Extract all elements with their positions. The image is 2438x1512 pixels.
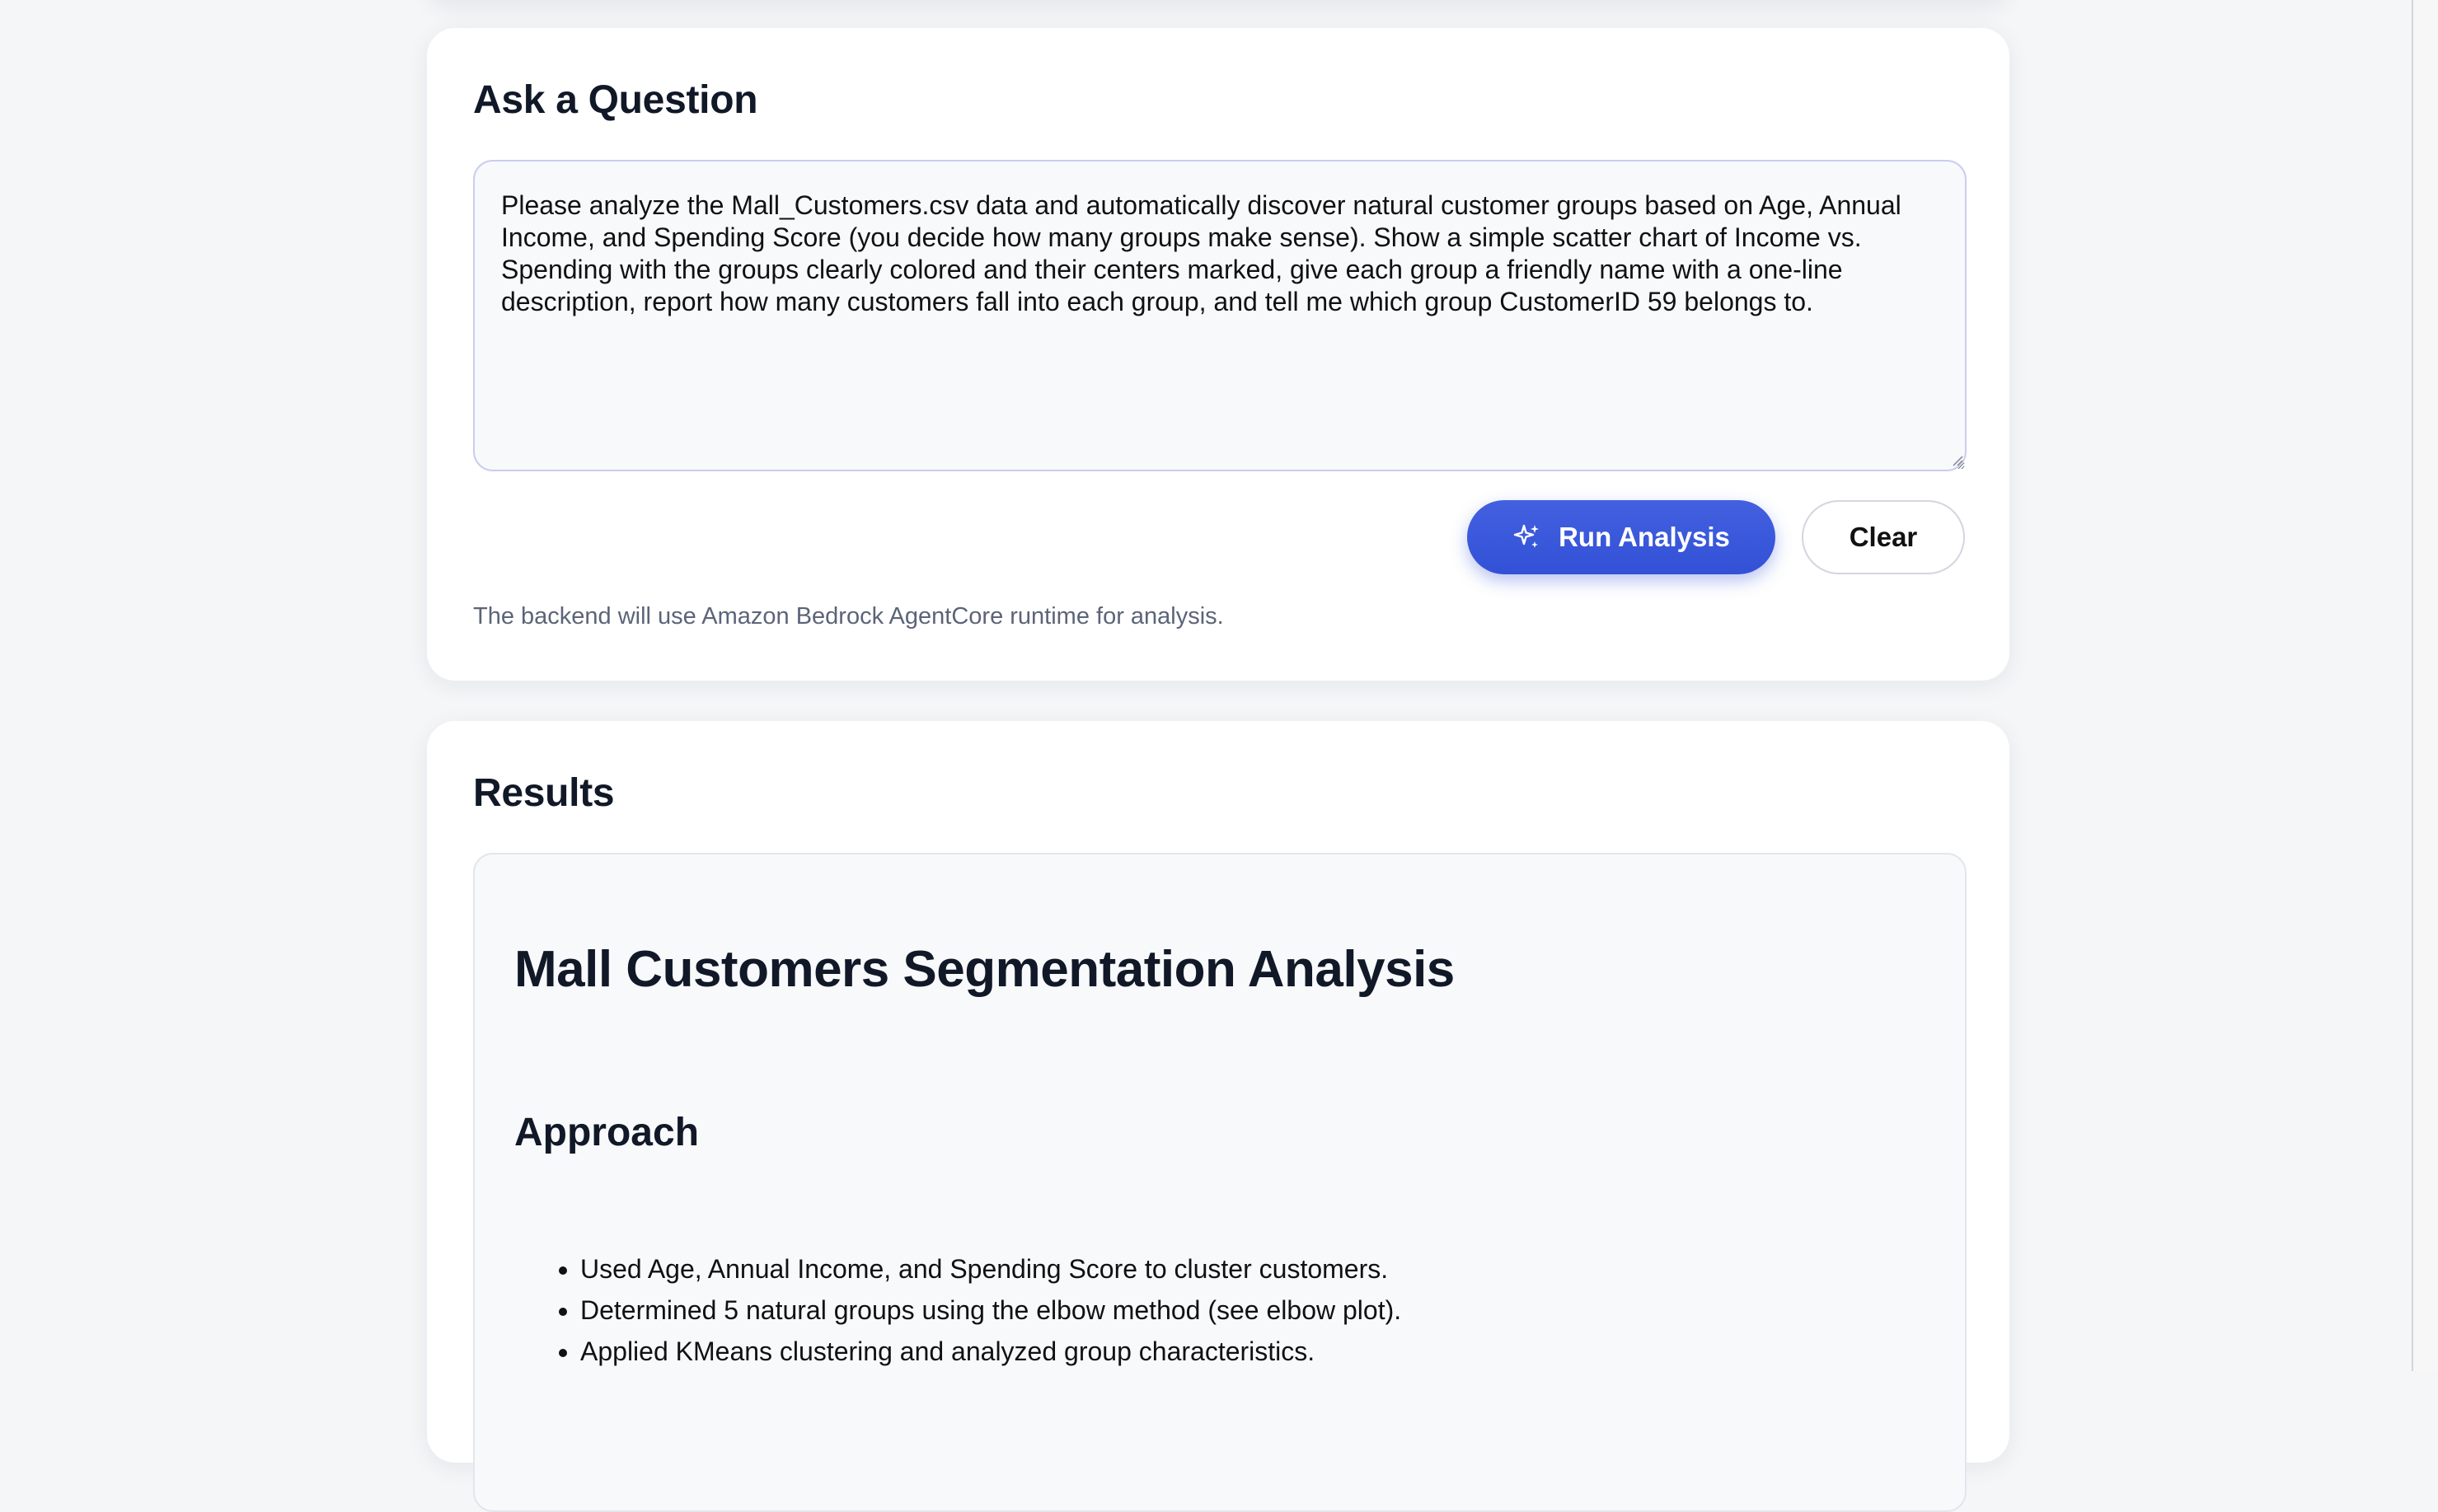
approach-list: Used Age, Annual Income, and Spending Sc… [514,1248,1401,1372]
list-item: Applied KMeans clustering and analyzed g… [580,1331,1401,1372]
results-card: Results Mall Customers Segmentation Anal… [427,721,2009,1512]
page-scrollbar[interactable] [2412,0,2438,1371]
list-item: Used Age, Annual Income, and Spending Sc… [580,1248,1401,1290]
ask-question-card: Ask a Question Run Analysis Clear The ba… [427,28,2009,681]
run-analysis-button[interactable]: Run Analysis [1467,500,1775,574]
results-title: Results [473,771,615,815]
sparkle-icon [1513,524,1540,548]
run-analysis-label: Run Analysis [1559,522,1730,552]
clear-button[interactable]: Clear [1802,500,1965,574]
approach-heading: Approach [514,1111,700,1154]
list-item: Determined 5 natural groups using the el… [580,1290,1401,1331]
backend-note: The backend will use Amazon Bedrock Agen… [473,603,1224,630]
report-title: Mall Customers Segmentation Analysis [514,941,1455,998]
question-input[interactable] [473,160,1967,471]
ask-question-title: Ask a Question [473,78,758,122]
result-output-panel: Mall Customers Segmentation Analysis App… [473,853,1967,1512]
